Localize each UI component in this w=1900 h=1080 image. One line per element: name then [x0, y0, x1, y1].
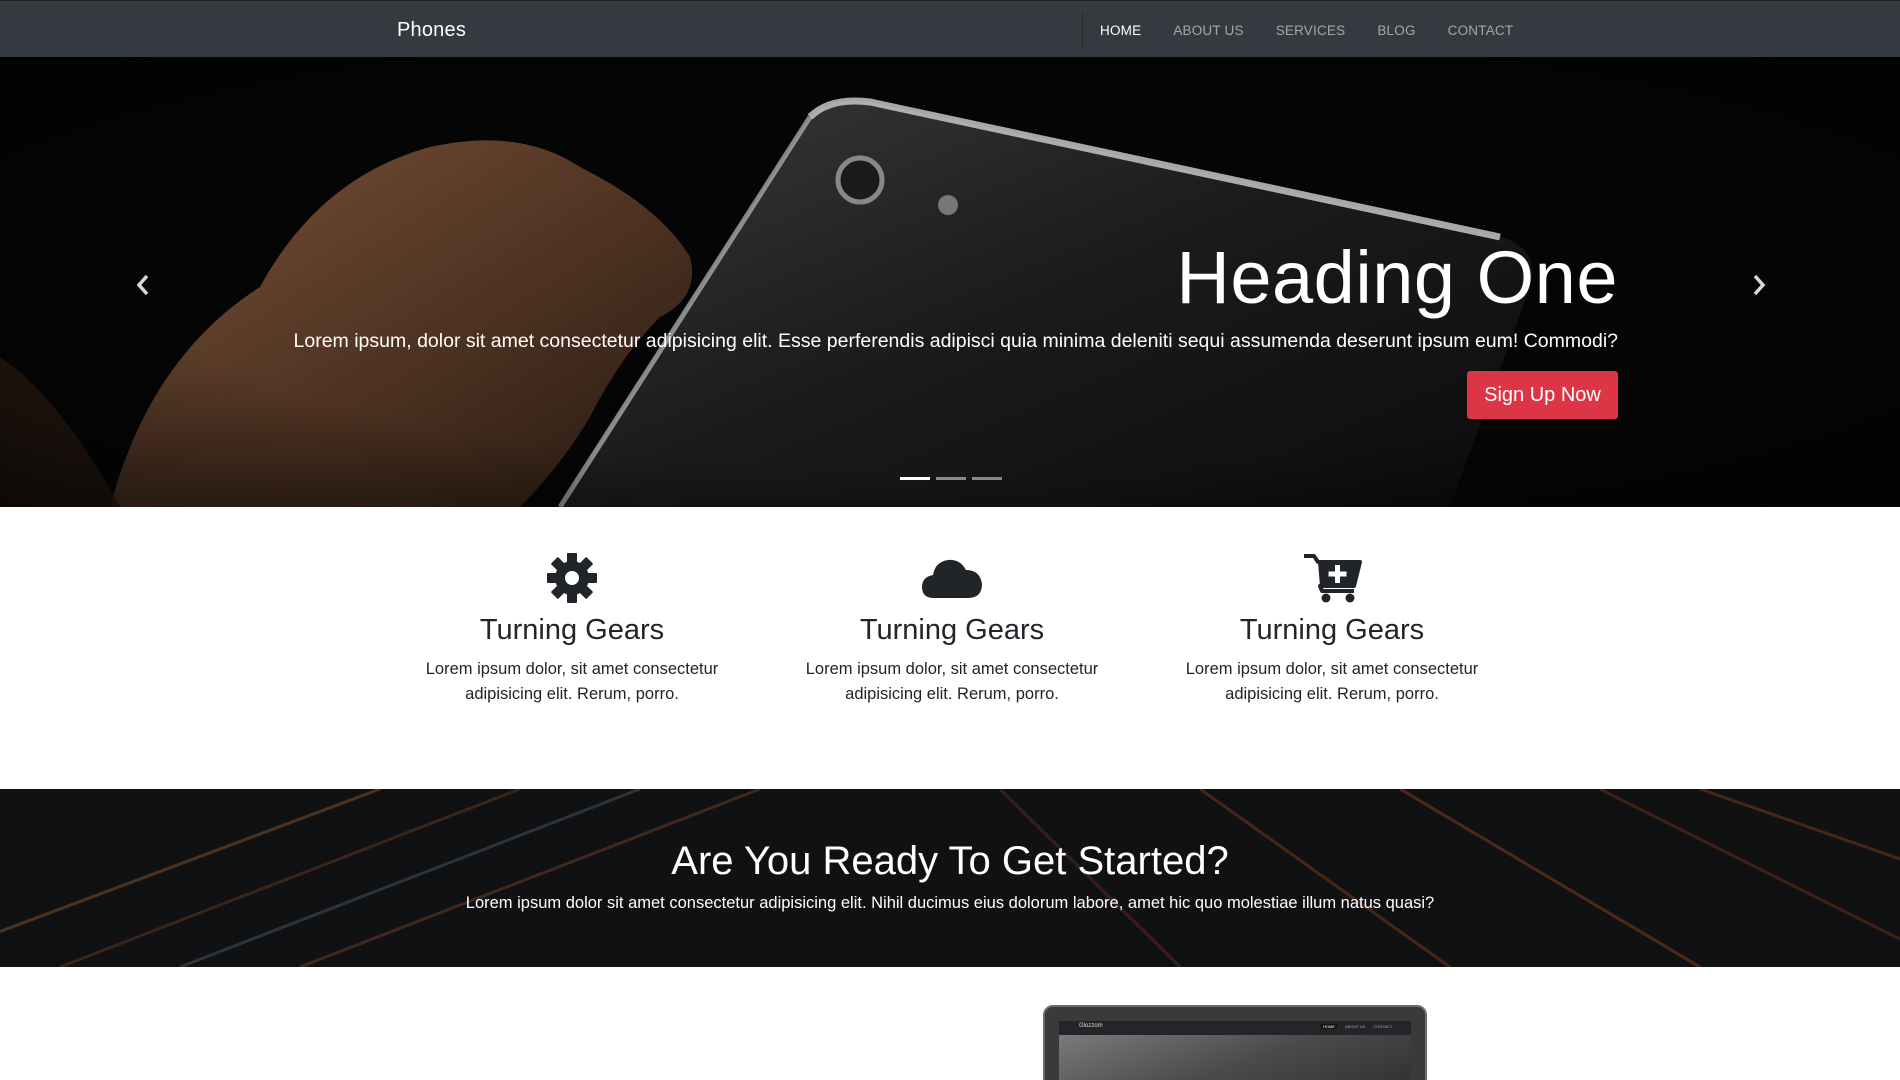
laptop-nav-link: CONTACT [1373, 1024, 1393, 1029]
feature-card: Turning Gears Lorem ipsum dolor, sit ame… [422, 552, 722, 707]
nav-link-home[interactable]: HOME [1100, 23, 1141, 38]
carousel-indicators [900, 477, 1002, 480]
navbar-brand[interactable]: Phones [397, 19, 466, 42]
carousel-indicator-3[interactable] [972, 477, 1002, 480]
hero-text: Lorem ipsum, dolor sit amet consectetur … [293, 330, 1618, 352]
laptop-screen: Glozzom HOME ABOUT US CONTACT [1059, 1021, 1411, 1080]
sign-up-button[interactable]: Sign Up Now [1467, 371, 1618, 419]
carousel-indicator-2[interactable] [936, 477, 966, 480]
cloud-icon [922, 559, 982, 598]
cta-text: Lorem ipsum dolor sit amet consectetur a… [465, 894, 1435, 912]
feature-card: Turning Gears Lorem ipsum dolor, sit ame… [1182, 552, 1482, 707]
feature-text: Lorem ipsum dolor, sit amet consectetur a… [425, 660, 719, 703]
nav-link-about[interactable]: ABOUT US [1173, 23, 1243, 38]
feature-title: Turning Gears [1239, 614, 1425, 646]
gear-icon [547, 553, 597, 603]
feature-title: Turning Gears [479, 614, 665, 646]
hero-title: Heading One [1176, 236, 1618, 319]
nav-divider [1082, 13, 1083, 49]
nav-link-contact[interactable]: CONTACT [1448, 23, 1514, 38]
feature-text: Lorem ipsum dolor, sit amet consectetur a… [1185, 660, 1479, 703]
features-section: Turning Gears Lorem ipsum dolor, sit ame… [0, 507, 1900, 789]
nav-link-services[interactable]: SERVICES [1276, 23, 1346, 38]
feature-card: Turning Gears Lorem ipsum dolor, sit ame… [802, 552, 1102, 707]
cta-section: Are You Ready To Get Started? Lorem ipsu… [0, 789, 1900, 967]
nav-link-blog[interactable]: BLOG [1377, 23, 1415, 38]
laptop-screen-image [1059, 1035, 1411, 1080]
chevron-right-icon[interactable] [1748, 270, 1770, 300]
laptop-nav-link: ABOUT US [1345, 1024, 1366, 1029]
hero-carousel: Heading One Lorem ipsum, dolor sit amet … [0, 57, 1900, 507]
feature-title: Turning Gears [859, 614, 1045, 646]
feature-text: Lorem ipsum dolor, sit amet consectetur a… [805, 660, 1099, 703]
laptop-navbar: Glozzom HOME ABOUT US CONTACT [1059, 1021, 1411, 1035]
laptop-mockup-image: Glozzom HOME ABOUT US CONTACT [1043, 1005, 1427, 1080]
chevron-left-icon[interactable] [132, 270, 154, 300]
laptop-brand: Glozzom [1079, 1023, 1103, 1029]
nav-links: HOME ABOUT US SERVICES BLOG CONTACT [1100, 23, 1545, 38]
carousel-indicator-1[interactable] [900, 477, 930, 480]
showcase-section: Glozzom HOME ABOUT US CONTACT [0, 967, 1900, 1080]
laptop-nav-links: HOME ABOUT US CONTACT [1321, 1024, 1392, 1029]
cta-title: Are You Ready To Get Started? [671, 839, 1229, 883]
navbar: Phones HOME ABOUT US SERVICES BLOG CONTA… [0, 0, 1900, 57]
laptop-nav-link: HOME [1321, 1024, 1337, 1029]
cart-plus-icon [1304, 554, 1362, 603]
